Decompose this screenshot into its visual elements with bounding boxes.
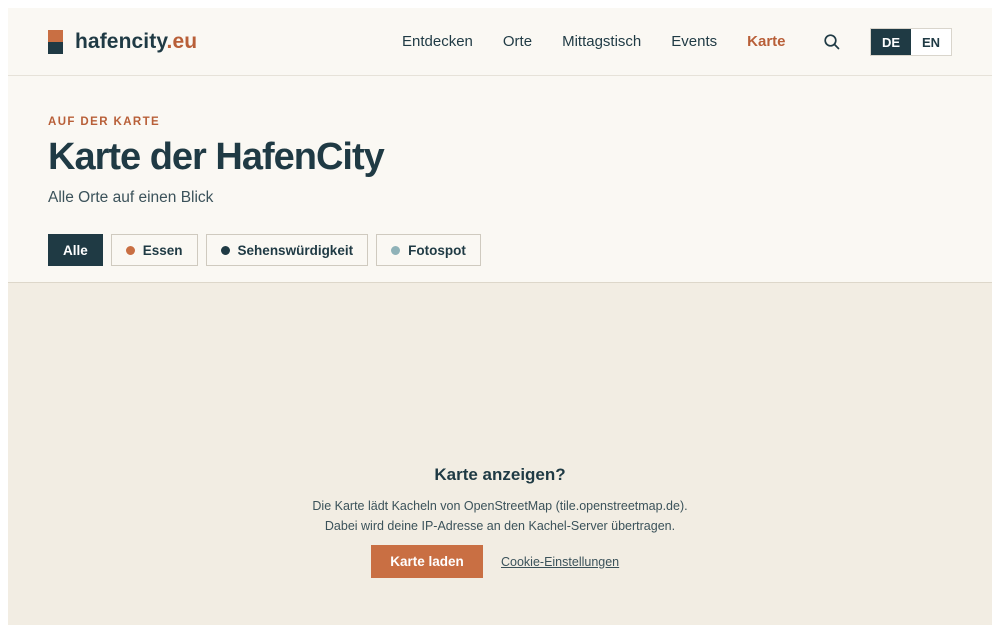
fotospot-dot-icon (391, 245, 401, 255)
logo-name: hafencity (75, 30, 167, 53)
category-filters: Alle Essen Sehenswürdigkeit Fotospot (48, 234, 489, 266)
sehenswuerdigkeit-dot-icon (220, 245, 230, 255)
logo-mark (48, 30, 63, 54)
filter-essen[interactable]: Essen (110, 234, 198, 266)
filter-fotospot[interactable]: Fotospot (376, 234, 481, 266)
page: hafencity.eu Entdecken Orte Mittagstisch… (8, 8, 992, 625)
logo[interactable]: hafencity.eu (48, 30, 197, 54)
lang-de-button[interactable]: DE (871, 29, 911, 55)
page-subtitle: Alle Orte auf einen Blick (48, 189, 214, 206)
search-icon[interactable] (823, 33, 841, 51)
map-consent-text: Die Karte lädt Kacheln von OpenStreetMap… (8, 497, 992, 536)
map-consent-line-1: Die Karte lädt Kacheln von OpenStreetMap… (312, 499, 688, 513)
page-title: Karte der HafenCity (48, 136, 385, 178)
logo-tld: .eu (166, 30, 198, 53)
nav-item-entdecken[interactable]: Entdecken (402, 33, 473, 50)
main-nav: Entdecken Orte Mittagstisch Events Karte (402, 33, 816, 50)
page-kicker: AUF DER KARTE (48, 116, 161, 128)
filter-all[interactable]: Alle (48, 234, 103, 266)
nav-item-mittagstisch[interactable]: Mittagstisch (562, 33, 641, 50)
nav-item-karte[interactable]: Karte (747, 33, 785, 50)
map-placeholder: Karte anzeigen? Die Karte lädt Kacheln v… (8, 282, 992, 625)
map-consent-title: Karte anzeigen? (434, 465, 566, 484)
filter-all-label: Alle (63, 242, 88, 258)
essen-dot-icon (125, 245, 135, 255)
filter-essen-label: Essen (142, 242, 183, 258)
language-switcher: DE EN (870, 28, 952, 56)
logo-text: hafencity.eu (75, 30, 197, 54)
lang-en-button[interactable]: EN (911, 29, 951, 55)
cookie-settings-link[interactable]: Cookie-Einstellungen (501, 555, 619, 569)
map-consent-actions: Karte laden Cookie-Einstellungen (371, 545, 619, 578)
load-map-button[interactable]: Karte laden (371, 545, 483, 578)
nav-item-events[interactable]: Events (671, 33, 717, 50)
filter-sehenswuerdigkeit[interactable]: Sehenswürdigkeit (205, 234, 369, 266)
nav-item-orte[interactable]: Orte (503, 33, 532, 50)
site-header: hafencity.eu Entdecken Orte Mittagstisch… (8, 8, 992, 76)
filter-sehenswuerdigkeit-label: Sehenswürdigkeit (237, 242, 354, 258)
map-consent-line-2: Dabei wird deine IP-Adresse an den Kache… (324, 518, 676, 533)
filter-fotospot-label: Fotospot (408, 242, 466, 258)
